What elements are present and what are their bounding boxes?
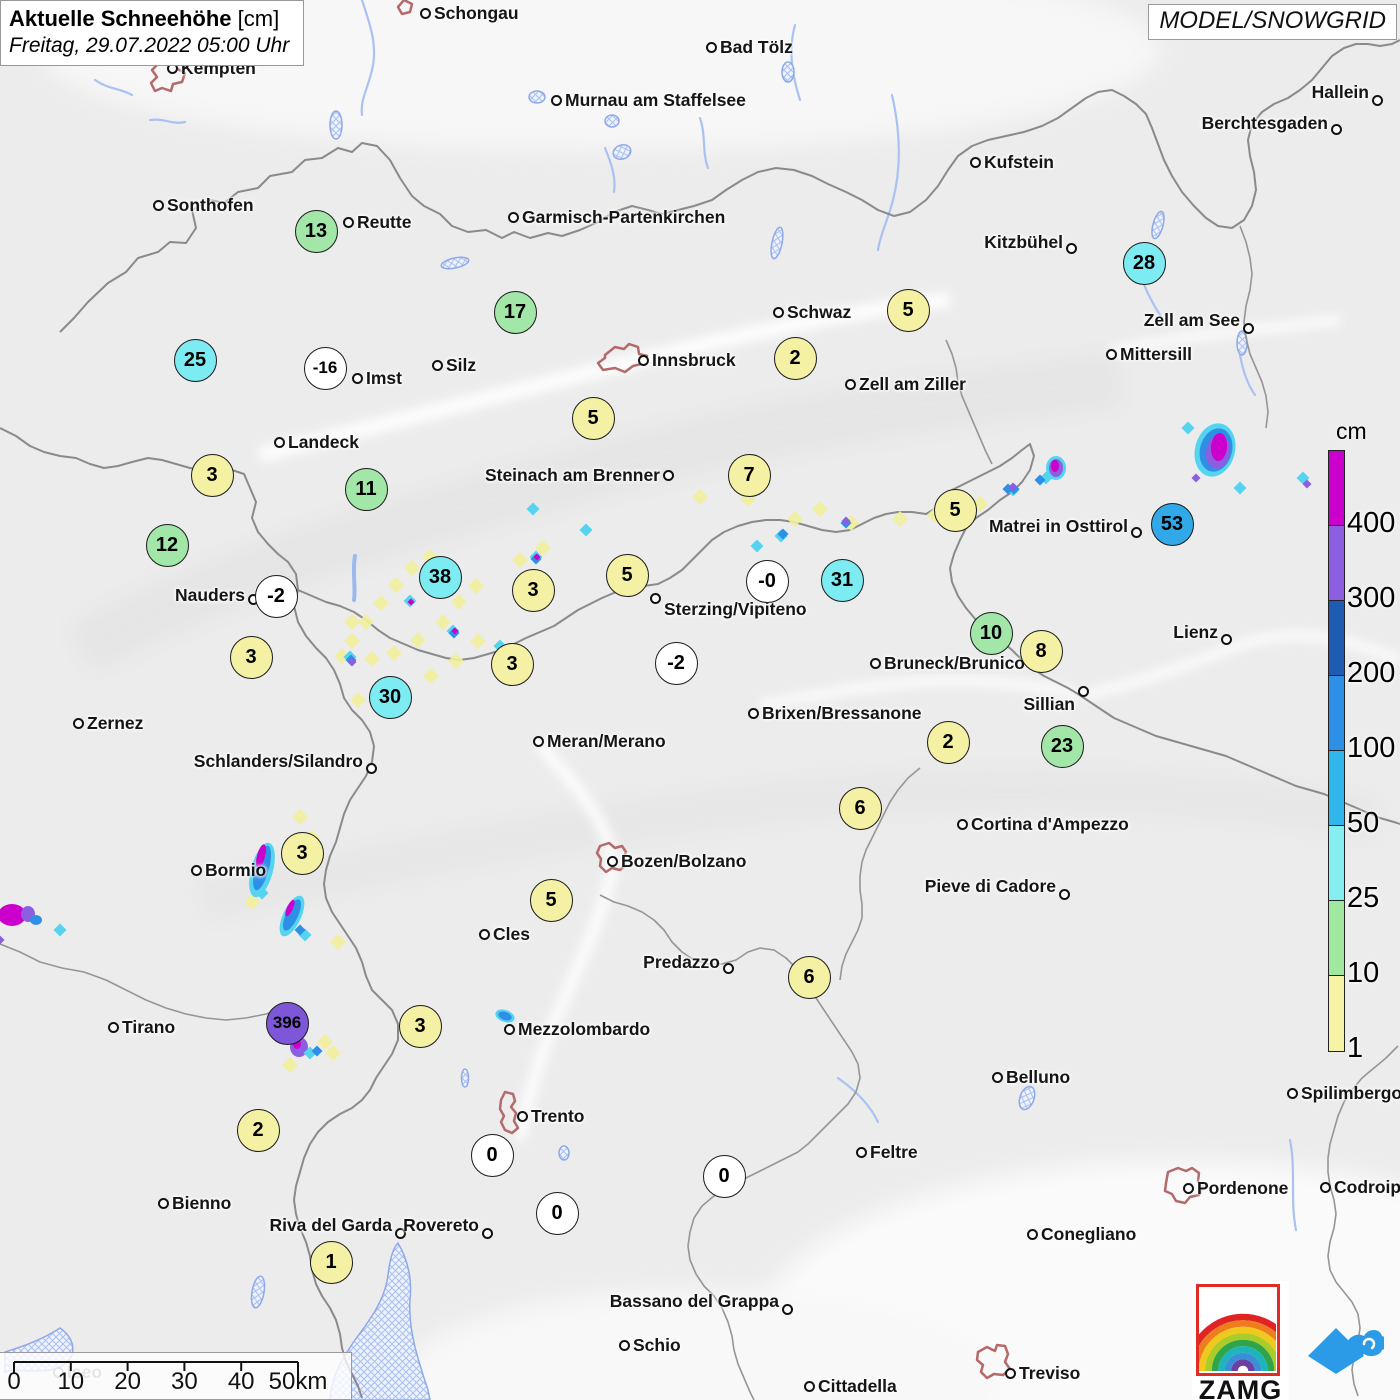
station-value-badge: 3 xyxy=(511,568,555,612)
zamg-logo: ZAMG xyxy=(1192,1281,1289,1400)
legend-tick-label: 100 xyxy=(1347,732,1396,764)
legend-segment xyxy=(1329,901,1344,976)
map-title: Aktuelle Schneehöhe [cm] xyxy=(9,6,280,31)
station-value-badge: 23 xyxy=(1040,724,1084,768)
legend-segment xyxy=(1329,676,1344,751)
scale-label: 10 xyxy=(57,1368,85,1395)
station-value-badge: 30 xyxy=(368,675,412,719)
scale-label: 50km xyxy=(268,1368,328,1395)
legend-unit-label: cm xyxy=(1336,418,1367,444)
legend-segment xyxy=(1329,451,1344,526)
station-value-badge: 3 xyxy=(398,1004,442,1048)
station-value-badge: 25 xyxy=(173,338,217,382)
legend-segment xyxy=(1329,826,1344,901)
legend-tick-label: 400 xyxy=(1347,507,1396,539)
station-value-badge: 53 xyxy=(1150,502,1194,546)
map-datetime: Freitag, 29.07.2022 05:00 Uhr xyxy=(9,33,290,57)
station-value-badge: 0 xyxy=(470,1133,514,1177)
station-value-badge: 3 xyxy=(490,642,534,686)
legend-segment xyxy=(1329,601,1344,676)
title-unit: [cm] xyxy=(237,6,280,31)
station-value-badge: 3 xyxy=(190,453,234,497)
station-value-badge: 12 xyxy=(145,523,189,567)
station-value-badge: -16 xyxy=(303,346,347,390)
legend-tick-label: 10 xyxy=(1347,957,1380,989)
scale-label: 0 xyxy=(7,1368,21,1395)
station-value-badge: 8 xyxy=(1019,629,1063,673)
snowgrid-map: Schongau Bad Tölz Kempten Murnau am Staffel… xyxy=(0,0,1400,1400)
station-value-badge: 396 xyxy=(265,1001,309,1045)
station-value-badge: 3 xyxy=(229,635,273,679)
station-value-badge: 10 xyxy=(969,611,1013,655)
station-value-badge: -2 xyxy=(254,574,298,618)
scale-label: 20 xyxy=(114,1368,141,1395)
station-value-badge: 7 xyxy=(727,453,771,497)
station-value-badge: 2 xyxy=(773,336,817,380)
legend-tick-label: 200 xyxy=(1347,657,1396,689)
legend-tick-label: 300 xyxy=(1347,582,1396,614)
station-value-badge: 13 xyxy=(294,209,338,253)
legend-colorbar xyxy=(1328,450,1345,1052)
legend-segment xyxy=(1329,751,1344,826)
station-value-badge: 5 xyxy=(605,553,649,597)
legend-tick-label: 50 xyxy=(1347,807,1380,839)
station-value-badge: 31 xyxy=(820,558,864,602)
station-value-badge: 6 xyxy=(838,786,882,830)
zamg-wordmark: ZAMG xyxy=(1198,1375,1283,1400)
model-label: MODEL/SNOWGRID xyxy=(1148,4,1397,40)
title-box: Aktuelle Schneehöhe [cm] Freitag, 29.07.… xyxy=(0,0,305,67)
station-value-badge: 28 xyxy=(1122,241,1166,285)
station-value-badge: -0 xyxy=(745,559,789,603)
scale-label: 40 xyxy=(227,1368,255,1395)
station-value-badge: -2 xyxy=(654,641,698,685)
mountain-cloud-icon xyxy=(1308,1328,1384,1374)
station-value-badge: 3 xyxy=(280,831,324,875)
station-value-badge: 5 xyxy=(933,488,977,532)
station-value-badge: 5 xyxy=(571,396,615,440)
station-value-badge: 1 xyxy=(309,1240,353,1284)
legend-tick-label: 1 xyxy=(1347,1032,1364,1064)
station-value-badge: 17 xyxy=(493,290,537,334)
station-value-badge: 11 xyxy=(344,467,388,511)
legend-segment xyxy=(1329,976,1344,1051)
station-value-badge: 0 xyxy=(702,1154,746,1198)
station-value-badge: 38 xyxy=(418,555,462,599)
zamg-rainbow-icon xyxy=(1196,1284,1280,1376)
legend-segment xyxy=(1329,526,1344,601)
station-value-badge: 2 xyxy=(236,1108,280,1152)
legend-tick-label: 25 xyxy=(1347,882,1380,914)
station-value-badge: 5 xyxy=(529,878,573,922)
station-value-badge: 5 xyxy=(886,288,930,332)
station-value-badge: 0 xyxy=(535,1191,579,1235)
stations-layer: 13 28 17 5 25 -16 2 5 3 11 7 5 12 53 38 5 3 -2 -0 31 10 8 3 -2 3… xyxy=(0,0,1400,1400)
scalebar: 0 10 20 30 40 50km xyxy=(0,1352,352,1400)
scale-label: 30 xyxy=(171,1368,198,1395)
station-value-badge: 2 xyxy=(926,720,970,764)
station-value-badge: 6 xyxy=(787,955,831,999)
